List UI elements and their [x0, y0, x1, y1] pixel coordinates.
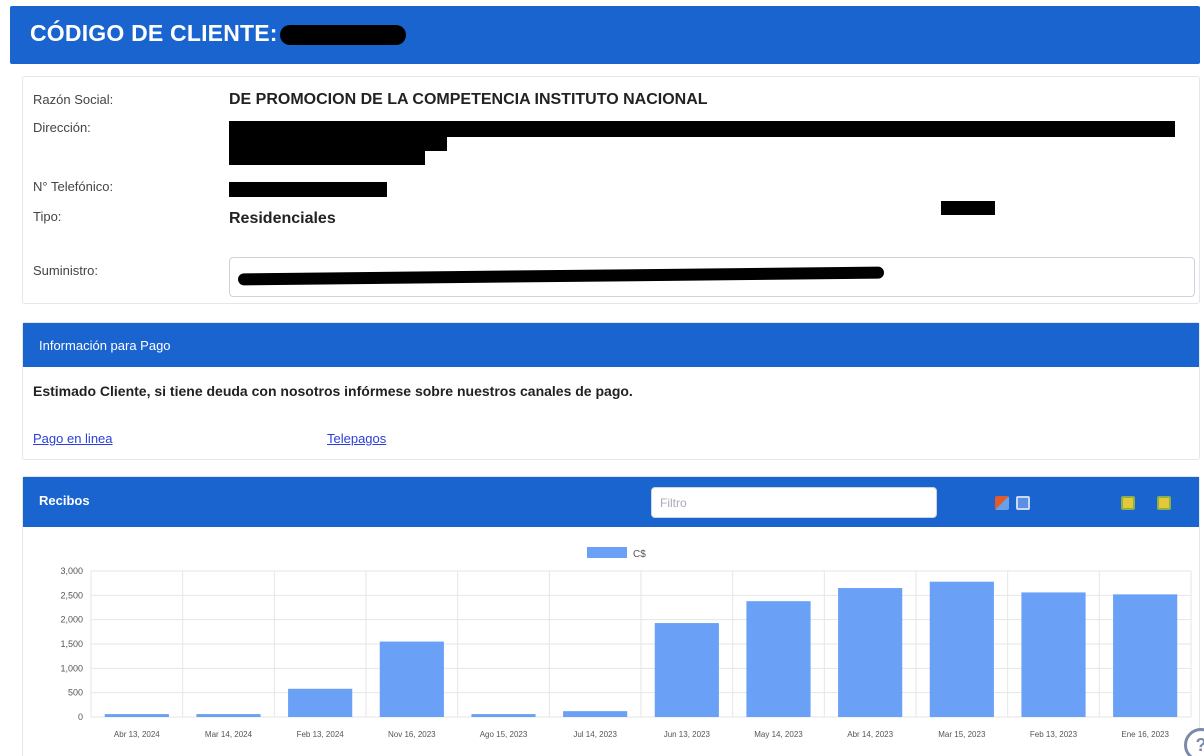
x-tick-label: Feb 13, 2023 — [1030, 730, 1078, 739]
bar — [929, 581, 994, 717]
chart-export-icon[interactable] — [995, 496, 1009, 510]
tipo-value: Residenciales — [229, 210, 336, 227]
x-tick-label: May 14, 2023 — [754, 730, 803, 739]
direccion-label: Dirección: — [33, 120, 91, 135]
suministro-label: Suministro: — [33, 263, 99, 278]
redacted-supply-value — [237, 266, 885, 286]
y-tick-label: 3,000 — [60, 566, 83, 576]
coin-icon-2[interactable] — [1157, 496, 1171, 510]
tipo-label: Tipo: — [33, 209, 62, 224]
y-tick-label: 2,000 — [60, 615, 83, 625]
client-code-header: CÓDIGO DE CLIENTE: — [10, 6, 1200, 64]
x-tick-label: Jul 14, 2023 — [573, 730, 617, 739]
bar — [838, 588, 903, 717]
x-tick-label: Ene 16, 2023 — [1121, 730, 1169, 739]
redacted-phone — [229, 182, 387, 197]
bar — [1113, 594, 1178, 717]
x-tick-label: Abr 14, 2023 — [847, 730, 893, 739]
bar — [1021, 592, 1086, 717]
redacted-small-field — [941, 201, 995, 215]
document-export-icon[interactable] — [1016, 496, 1030, 510]
receipts-card: Recibos C$ 0 500 1,000 1,500 2,000 2,500 3,000 A… — [22, 476, 1200, 756]
redacted-client-code — [280, 25, 406, 45]
telefono-label: N° Telefónico: — [33, 179, 114, 194]
filter-input[interactable] — [651, 487, 937, 518]
bar — [379, 641, 444, 717]
legend-label: C$ — [633, 549, 646, 560]
payment-info-card: Información para Pago Estimado Cliente, … — [22, 322, 1200, 460]
razon-social-label: Razón Social: — [33, 92, 114, 107]
payment-message: Estimado Cliente, si tiene deuda con nos… — [33, 383, 633, 399]
bar — [654, 623, 719, 717]
razon-social-value: DE PROMOCION DE LA COMPETENCIA INSTITUTO… — [229, 91, 708, 108]
y-tick-label: 1,500 — [60, 639, 83, 649]
bar — [746, 601, 811, 717]
y-tick-label: 1,000 — [60, 663, 83, 673]
client-info-card: Razón Social: DE PROMOCION DE LA COMPETE… — [22, 76, 1200, 304]
x-tick-label: Nov 16, 2023 — [388, 730, 436, 739]
suministro-field[interactable] — [229, 257, 1195, 297]
bar — [196, 714, 261, 717]
receipts-header: Recibos — [23, 477, 1199, 527]
bar — [563, 711, 628, 717]
y-tick-label: 500 — [68, 688, 83, 698]
client-code-title: CÓDIGO DE CLIENTE: — [30, 20, 278, 46]
x-tick-label: Mar 15, 2023 — [938, 730, 986, 739]
x-tick-label: Ago 15, 2023 — [480, 730, 528, 739]
x-tick-label: Feb 13, 2024 — [297, 730, 345, 739]
payment-info-title: Información para Pago — [39, 338, 171, 353]
y-tick-label: 0 — [78, 712, 83, 722]
bar — [288, 688, 353, 717]
bar — [104, 714, 169, 717]
payment-info-header: Información para Pago — [23, 323, 1199, 367]
y-tick-label: 2,500 — [60, 590, 83, 600]
bar — [471, 714, 536, 717]
legend-swatch — [587, 547, 627, 558]
receipts-bar-chart: C$ 0 500 1,000 1,500 2,000 2,500 3,000 Abr 13, 2… — [60, 547, 1192, 739]
redacted-address-line-3 — [229, 149, 425, 165]
pago-en-linea-link[interactable]: Pago en linea — [33, 431, 113, 446]
telepagos-link[interactable]: Telepagos — [327, 431, 386, 446]
x-tick-label: Abr 13, 2024 — [114, 730, 160, 739]
x-tick-label: Mar 14, 2024 — [205, 730, 253, 739]
x-tick-label: Jun 13, 2023 — [664, 730, 711, 739]
receipts-title: Recibos — [39, 493, 90, 508]
coin-icon[interactable] — [1121, 496, 1135, 510]
